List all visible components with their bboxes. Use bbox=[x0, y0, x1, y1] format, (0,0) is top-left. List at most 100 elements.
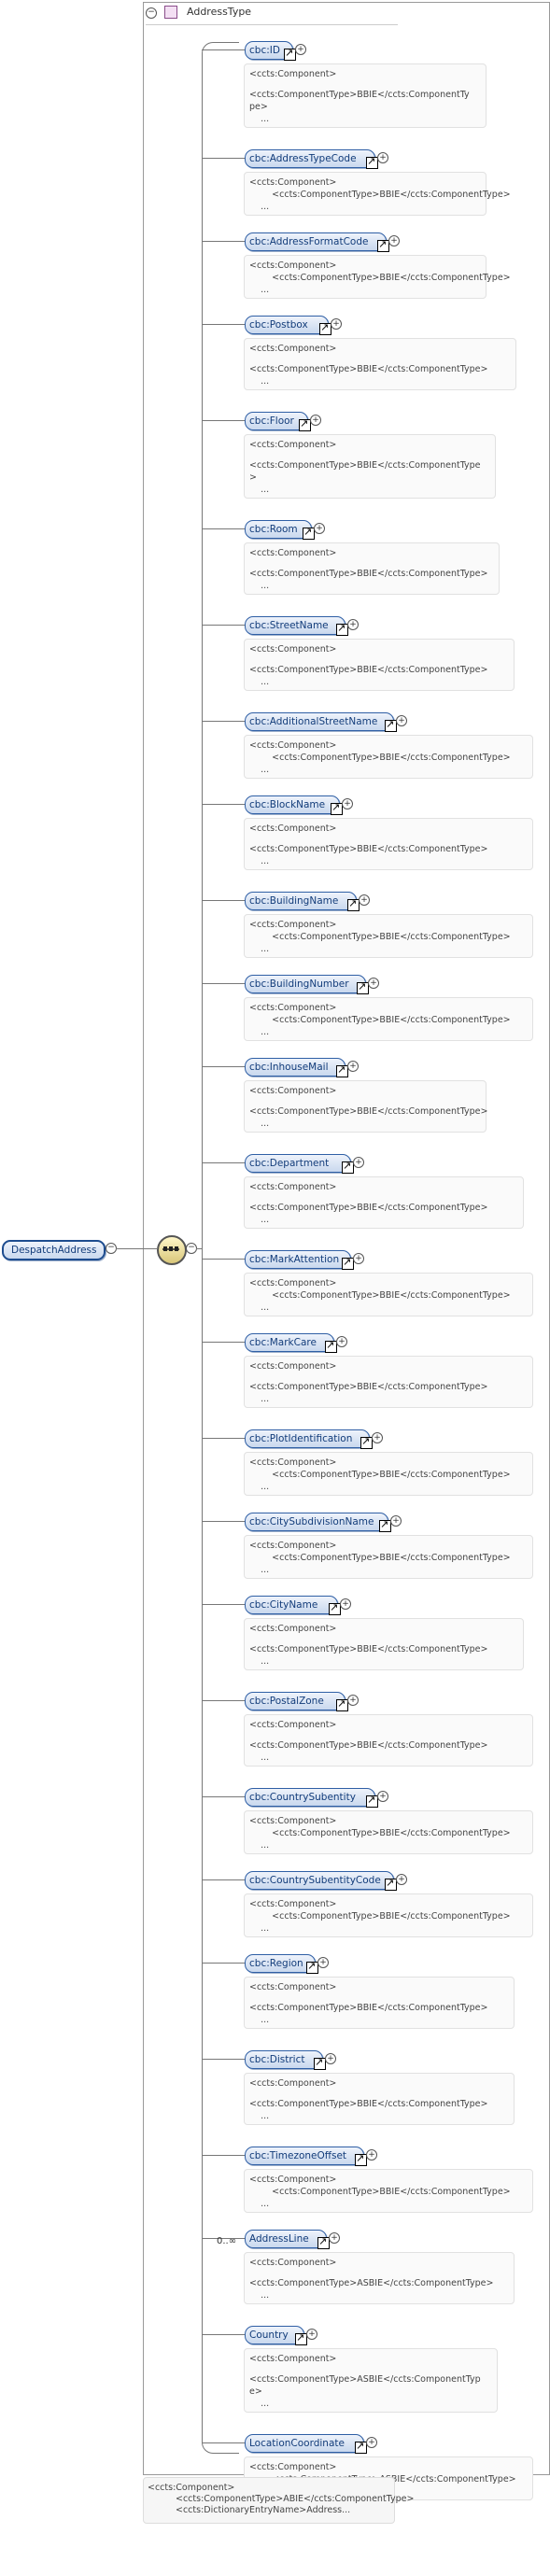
documentation-line: <ccts:ComponentType>BBIE</ccts:Component… bbox=[249, 2099, 488, 2109]
element-documentation: <ccts:Component> <ccts:ComponentType>BBI… bbox=[244, 172, 511, 216]
element-pill[interactable]: cbc:AddressTypeCode bbox=[245, 149, 375, 168]
collapse-icon[interactable]: − bbox=[146, 7, 157, 19]
expand-icon[interactable]: + bbox=[295, 44, 306, 55]
expand-icon[interactable]: + bbox=[347, 1061, 359, 1072]
documentation-line: ... bbox=[249, 944, 270, 954]
element-pill[interactable]: cbc:Department bbox=[245, 1154, 351, 1173]
element-pill[interactable]: cbc:BuildingNumber bbox=[245, 975, 366, 993]
element-pill[interactable]: cbc:AddressFormatCode bbox=[245, 232, 387, 251]
reference-link-icon bbox=[366, 1794, 378, 1808]
expand-icon[interactable]: + bbox=[388, 235, 400, 246]
expand-icon[interactable]: + bbox=[377, 1791, 388, 1802]
documentation-line: <ccts:Component> bbox=[249, 177, 337, 188]
reference-link-icon bbox=[314, 2056, 326, 2070]
documentation-line: ... bbox=[249, 1840, 270, 1851]
element-documentation: <ccts:Component> <ccts:ComponentType>BBI… bbox=[244, 997, 533, 1041]
element-connector-line bbox=[202, 1162, 245, 1163]
documentation-line bbox=[249, 2090, 509, 2098]
expand-icon[interactable]: + bbox=[325, 2053, 336, 2064]
element-pill[interactable]: cbc:MarkAttention bbox=[245, 1250, 351, 1269]
expand-icon[interactable]: + bbox=[377, 152, 388, 163]
expand-icon[interactable]: + bbox=[353, 1157, 364, 1168]
documentation-line bbox=[249, 655, 509, 664]
element-pill[interactable]: cbc:CountrySubentity bbox=[245, 1788, 375, 1807]
documentation-line: <ccts:Component> bbox=[249, 2175, 337, 2185]
expand-icon[interactable]: + bbox=[347, 619, 359, 630]
element-pill[interactable]: cbc:StreetName bbox=[245, 616, 346, 635]
expand-icon[interactable]: + bbox=[306, 2329, 317, 2340]
element-pill[interactable]: cbc:CityName bbox=[245, 1596, 338, 1614]
documentation-line: <ccts:ComponentType>ASBIE</ccts:Componen… bbox=[249, 2278, 494, 2288]
expand-icon[interactable]: + bbox=[396, 715, 407, 726]
type-box-header-underline bbox=[146, 24, 398, 25]
documentation-line: <ccts:ComponentType>BBIE</ccts:Component… bbox=[249, 273, 511, 283]
element-pill[interactable]: cbc:Postbox bbox=[245, 316, 329, 334]
documentation-line: <ccts:Component> bbox=[249, 1086, 337, 1096]
element-connector-line bbox=[202, 1604, 245, 1605]
type-doc-line-3: <ccts:DictionaryEntryName>Address... bbox=[176, 2505, 351, 2515]
documentation-line: ... bbox=[249, 1923, 270, 1934]
expand-icon[interactable]: + bbox=[366, 2437, 377, 2448]
documentation-line bbox=[249, 1993, 509, 2002]
expand-icon[interactable]: + bbox=[372, 1432, 383, 1443]
expand-icon[interactable]: + bbox=[366, 2149, 377, 2161]
element-pill[interactable]: cbc:PlotIdentification bbox=[245, 1429, 370, 1448]
element-pill[interactable]: cbc:BlockName bbox=[245, 795, 340, 814]
expand-icon[interactable]: + bbox=[396, 1874, 407, 1885]
element-pill[interactable]: cbc:Region bbox=[245, 1954, 316, 1973]
element-pill[interactable]: cbc:PostalZone bbox=[245, 1692, 346, 1710]
expand-icon[interactable]: + bbox=[347, 1695, 359, 1706]
element-documentation: <ccts:Component> <ccts:ComponentType>BBIE… bbox=[244, 1356, 533, 1408]
documentation-line: <ccts:ComponentType>BBIE</ccts:Component… bbox=[249, 665, 488, 675]
documentation-line: <ccts:ComponentType>BBIE</ccts:Component… bbox=[249, 1203, 488, 1213]
element-pill[interactable]: cbc:District bbox=[245, 2050, 323, 2069]
element-connector-line bbox=[202, 420, 245, 421]
element-pill[interactable]: cbc:AdditionalStreetName bbox=[245, 712, 394, 731]
documentation-line: ... bbox=[249, 285, 270, 295]
children-bus-line bbox=[202, 42, 239, 2454]
multiplicity-label: 0..∞ bbox=[217, 2236, 237, 2246]
expand-icon[interactable]: + bbox=[314, 523, 325, 534]
reference-link-icon bbox=[360, 1435, 373, 1449]
element-pill[interactable]: cbc:TimezoneOffset bbox=[245, 2147, 364, 2165]
documentation-line bbox=[249, 355, 511, 363]
element-documentation: <ccts:Component> <ccts:ComponentType>BBIE… bbox=[244, 1977, 515, 2029]
element-pill[interactable]: AddressLine bbox=[245, 2230, 327, 2248]
expand-icon[interactable]: + bbox=[310, 415, 321, 426]
documentation-line: <ccts:ComponentType>BBIE</ccts:Component… bbox=[249, 1290, 511, 1301]
documentation-line: <ccts:Component> bbox=[249, 2462, 337, 2472]
element-documentation: <ccts:Component> <ccts:ComponentType>BBIE… bbox=[244, 1176, 524, 1229]
expand-icon[interactable]: + bbox=[342, 798, 353, 809]
element-pill[interactable]: LocationCoordinate bbox=[245, 2434, 364, 2453]
element-pill[interactable]: cbc:MarkCare bbox=[245, 1333, 334, 1352]
element-connector-line bbox=[202, 721, 245, 722]
expand-icon[interactable]: + bbox=[390, 1515, 402, 1527]
documentation-line: <ccts:Component> bbox=[249, 1541, 337, 1551]
expand-icon[interactable]: + bbox=[368, 978, 379, 989]
element-pill[interactable]: cbc:CountrySubentityCode bbox=[245, 1871, 394, 1890]
documentation-line: <ccts:Component> bbox=[249, 1182, 337, 1192]
documentation-line: ... bbox=[249, 2015, 270, 2025]
element-pill[interactable]: cbc:BuildingName bbox=[245, 892, 357, 910]
type-box-label: AddressType bbox=[187, 6, 252, 18]
expand-icon[interactable]: + bbox=[340, 1598, 351, 1610]
root-connector-line bbox=[116, 1248, 157, 1249]
expand-icon[interactable]: + bbox=[331, 318, 342, 330]
documentation-line: <ccts:ComponentType>BBIE</ccts:Component… bbox=[249, 1015, 511, 1025]
documentation-line: ... bbox=[249, 2399, 270, 2409]
root-element-pill[interactable]: DespatchAddress bbox=[2, 1240, 106, 1260]
expand-icon[interactable]: + bbox=[317, 1957, 329, 1968]
element-pill[interactable]: cbc:InhouseMail bbox=[245, 1058, 346, 1077]
expand-icon[interactable]: + bbox=[336, 1336, 347, 1347]
element-connector-line bbox=[202, 158, 245, 159]
documentation-line: <ccts:ComponentType>BBIE</ccts:Component… bbox=[249, 90, 470, 100]
element-pill[interactable]: cbc:CitySubdivisionName bbox=[245, 1513, 388, 1531]
expand-icon[interactable]: + bbox=[353, 1253, 364, 1264]
reference-link-icon bbox=[342, 1256, 354, 1270]
element-documentation: <ccts:Component> <ccts:ComponentType>BBIE… bbox=[244, 1714, 533, 1767]
expand-icon[interactable]: + bbox=[329, 2232, 340, 2244]
documentation-line: <ccts:ComponentType>BBIE</ccts:Component… bbox=[249, 1828, 511, 1838]
expand-icon[interactable]: + bbox=[359, 894, 370, 906]
documentation-line: <ccts:ComponentType>BBIE</ccts:Component… bbox=[249, 1553, 511, 1563]
element-documentation: <ccts:Component> <ccts:ComponentType>BBIE… bbox=[244, 434, 496, 499]
